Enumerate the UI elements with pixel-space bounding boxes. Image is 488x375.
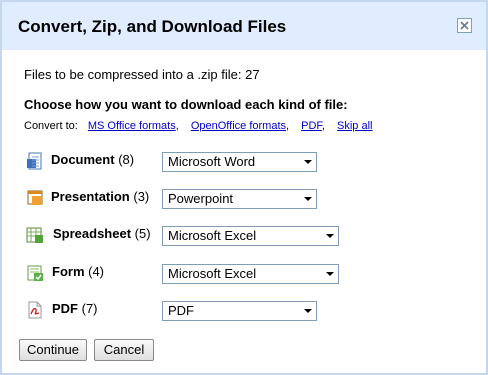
convert-to-row: Convert to: MS Office formats, OpenOffic… [24,120,373,132]
download-dialog: Convert, Zip, and Download Files Files t… [0,0,488,375]
format-select-document[interactable]: Microsoft Word [162,152,317,172]
document-icon [26,152,44,170]
convert-to-label: Convert to: [24,120,78,132]
pdf-icon [26,301,44,319]
file-type-label-form: Form (4) [52,264,105,279]
ms-office-formats-link[interactable]: MS Office formats [88,120,176,132]
pdf-link[interactable]: PDF [301,120,322,132]
chevron-down-icon [304,160,312,164]
continue-button[interactable]: Continue [19,339,87,361]
choose-heading: Choose how you want to download each kin… [24,97,348,112]
format-select-pdf[interactable]: PDF [162,301,317,321]
spreadsheet-icon [26,226,44,244]
format-select-form[interactable]: Microsoft Excel [162,264,339,284]
skip-all-link[interactable]: Skip all [337,120,372,132]
chevron-down-icon [326,234,334,238]
form-icon [26,264,44,282]
file-type-label-spreadsheet: Spreadsheet (5) [53,226,151,241]
format-select-presentation[interactable]: Powerpoint [162,189,317,209]
chevron-down-icon [304,197,312,201]
file-type-label-pdf: PDF (7) [52,301,98,316]
file-count-text: Files to be compressed into a .zip file:… [24,67,260,82]
dialog-titlebar: Convert, Zip, and Download Files [2,2,486,50]
file-type-label-document: Document (8) [51,152,135,167]
format-select-spreadsheet[interactable]: Microsoft Excel [162,226,339,246]
cancel-button[interactable]: Cancel [94,339,154,361]
file-type-label-presentation: Presentation (3) [51,189,150,204]
dialog-title: Convert, Zip, and Download Files [18,17,287,36]
close-icon[interactable] [457,18,472,33]
presentation-icon [26,189,44,207]
chevron-down-icon [304,309,312,313]
openoffice-formats-link[interactable]: OpenOffice formats [191,120,286,132]
chevron-down-icon [326,272,334,276]
